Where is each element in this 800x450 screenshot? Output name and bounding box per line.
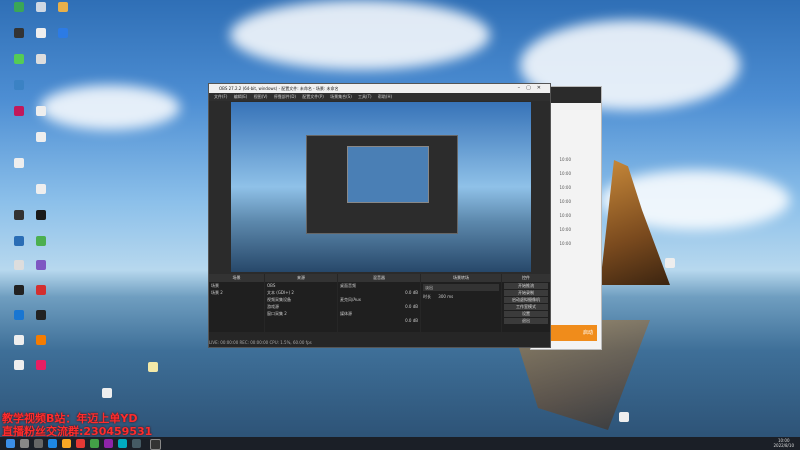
clock-date: 2022/8/10 (773, 443, 794, 448)
desktop-icon[interactable] (24, 106, 58, 118)
mixer-channel-name: 桌面音频 (340, 283, 356, 288)
controls-header: 控件 (502, 274, 550, 282)
mixer-channel-name: 媒体源 (340, 311, 352, 316)
start-button[interactable]: 启动 (543, 325, 597, 341)
start-recording-button[interactable]: 开始录制 (504, 290, 548, 296)
desktop-icon[interactable] (24, 335, 58, 347)
time-label: 10:00 (559, 213, 571, 218)
desktop-icon[interactable] (24, 360, 58, 372)
source-item[interactable]: OBS (265, 282, 337, 289)
app-icon[interactable] (132, 439, 141, 448)
desktop-icon[interactable] (653, 258, 687, 270)
transition-select[interactable]: 淡出 (423, 284, 499, 291)
desktop-icon[interactable] (24, 54, 58, 66)
start-streaming-button[interactable]: 开始推流 (504, 283, 548, 289)
menu-item-help[interactable]: 帮助(H) (378, 94, 392, 99)
scene-item[interactable]: 场景 2 (209, 289, 264, 296)
mixer-channel-value: 0.0 dB (405, 304, 418, 309)
app-icon[interactable] (90, 439, 99, 448)
menu-item-tools[interactable]: 工具(T) (358, 94, 372, 99)
source-item[interactable]: 游戏源 (265, 303, 337, 310)
transitions-header: 场景转场 (421, 274, 501, 282)
menu-item-view[interactable]: 视图(V) (254, 94, 268, 99)
nested-preview-image (347, 146, 429, 203)
time-label: 10:00 (559, 171, 571, 176)
scene-item[interactable]: 场景 (209, 282, 264, 289)
status-bar: LIVE: 00:00:00 REC: 00:00:00 CPU: 1.5%, … (209, 340, 312, 345)
nested-obs-preview (306, 135, 458, 234)
mixer-channel-name: 麦克风/Aux (340, 297, 361, 302)
duration-input[interactable]: 300 ms (438, 294, 453, 299)
settings-button[interactable]: 设置 (504, 311, 548, 317)
duration-row: 时长 300 ms (421, 293, 501, 300)
duration-label: 时长 (423, 294, 431, 299)
time-label: 10:00 (559, 199, 571, 204)
time-label: 10:00 (559, 227, 571, 232)
app-icon[interactable] (118, 439, 127, 448)
exit-button[interactable]: 退出 (504, 318, 548, 324)
app-icon[interactable] (104, 439, 113, 448)
obs-titlebar: OBS 27.2.2 (64-bit, windows) - 配置文件: 未命名… (209, 84, 550, 93)
menu-item-file[interactable]: 文件(F) (214, 94, 227, 99)
taskbar: 10:00 2022/8/10 (0, 437, 800, 450)
desktop-icon[interactable] (24, 285, 58, 297)
sources-panel: OBS 文本 (GDI+) 2 视频采集设备 游戏源 窗口采集 2 (265, 282, 337, 332)
desktop-icons (2, 2, 82, 422)
time-label: 10:00 (559, 185, 571, 190)
mixer-header: 混音器 (338, 274, 420, 282)
clock[interactable]: 10:00 2022/8/10 (773, 438, 794, 448)
menu-item-docks[interactable]: 停靠部件(D) (274, 94, 296, 99)
window-controls[interactable]: –▢✕ (518, 84, 547, 93)
desktop-icon[interactable] (24, 184, 58, 196)
desktop-icon[interactable] (24, 260, 58, 272)
transitions-panel: 淡出 时长 300 ms (421, 282, 501, 332)
mixer-channel-value: 0.0 dB (405, 290, 418, 295)
window-title: OBS 27.2.2 (64-bit, windows) - 配置文件: 未命名… (219, 86, 339, 91)
desktop-icon[interactable] (2, 158, 36, 170)
desktop-icon[interactable] (24, 132, 58, 144)
scenes-panel: 场景 场景 2 (209, 282, 264, 332)
source-item[interactable]: 视频采集设备 (265, 296, 337, 303)
mixer-channel-value: 0.0 dB (405, 318, 418, 323)
time-label: 10:00 (559, 241, 571, 246)
desktop-icon[interactable] (46, 28, 80, 40)
obs-docks: 场景 来源 混音器 场景转场 控件 场景 场景 2 OBS 文本 (GDI+) … (209, 274, 550, 347)
desktop-icon[interactable] (607, 412, 641, 424)
edge-icon[interactable] (48, 439, 57, 448)
menu-item-scene-collection[interactable]: 场景集合(S) (330, 94, 352, 99)
menu-bar: 文件(F) 编辑(E) 视图(V) 停靠部件(D) 配置文件(P) 场景集合(S… (209, 93, 550, 101)
time-label: 10:00 (559, 157, 571, 162)
controls-panel: 开始推流 开始录制 启动虚拟摄像机 工作室模式 设置 退出 (502, 282, 550, 332)
menu-item-profile[interactable]: 配置文件(P) (302, 94, 324, 99)
preview-canvas[interactable] (231, 102, 531, 272)
desktop-icon[interactable] (90, 388, 124, 400)
obs-taskbar-icon[interactable] (150, 439, 161, 450)
start-icon[interactable] (6, 439, 15, 448)
desktop-icon[interactable] (24, 210, 58, 222)
menu-item-edit[interactable]: 编辑(E) (234, 94, 248, 99)
source-item[interactable]: 窗口采集 2 (265, 310, 337, 317)
source-item[interactable]: 文本 (GDI+) 2 (265, 289, 337, 296)
scenes-header: 场景 (209, 274, 264, 282)
sources-header: 来源 (265, 274, 337, 282)
start-virtual-camera-button[interactable]: 启动虚拟摄像机 (504, 297, 548, 303)
desktop-icon[interactable] (136, 362, 170, 374)
desktop-icon[interactable] (24, 236, 58, 248)
folder-icon[interactable] (62, 439, 71, 448)
task-view-icon[interactable] (34, 439, 43, 448)
desktop-icon[interactable] (46, 2, 80, 14)
obs-window[interactable]: OBS 27.2.2 (64-bit, windows) - 配置文件: 未命名… (208, 83, 551, 348)
desktop-icon[interactable] (2, 80, 36, 92)
studio-mode-button[interactable]: 工作室模式 (504, 304, 548, 310)
desktop-icon[interactable] (24, 310, 58, 322)
search-icon[interactable] (20, 439, 29, 448)
mixer-panel: 桌面音频 0.0 dB 麦克风/Aux 0.0 dB 媒体源 0.0 dB (338, 282, 420, 332)
app-icon[interactable] (76, 439, 85, 448)
